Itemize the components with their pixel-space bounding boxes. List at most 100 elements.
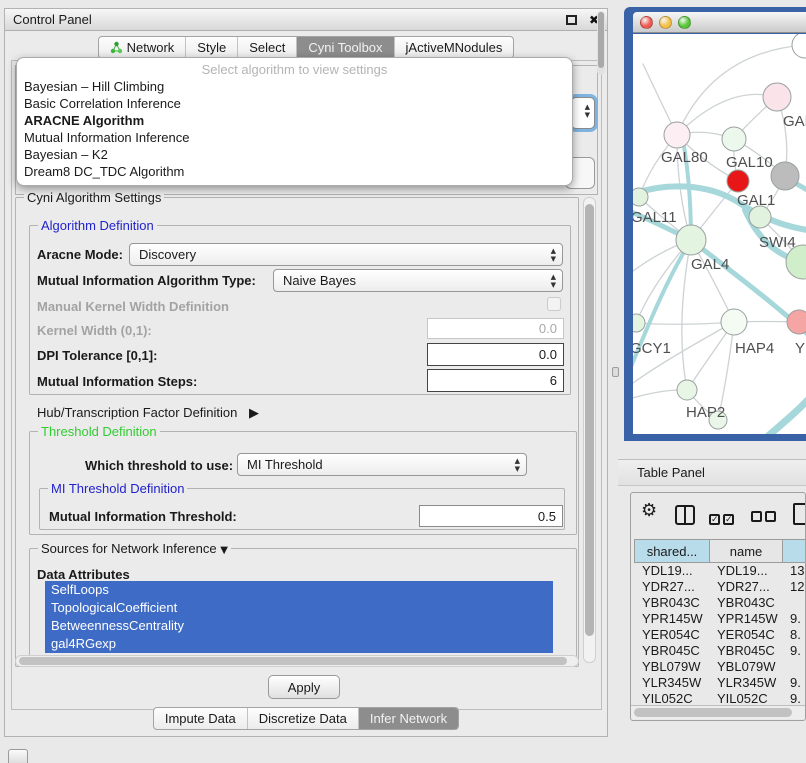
- attribute-item[interactable]: BetweennessCentrality: [45, 617, 553, 635]
- tab-infer-network[interactable]: Infer Network: [358, 708, 458, 729]
- control-panel: Control Panel ✖ NetworkStyleSelectCyni T…: [4, 8, 608, 737]
- table-cell: YIL052C: [634, 691, 710, 705]
- table-row[interactable]: YBR045CYBR045C9.: [631, 643, 806, 659]
- attribute-item[interactable]: SelfLoops: [45, 581, 553, 599]
- column-header[interactable]: A: [782, 539, 806, 563]
- table-row[interactable]: YLR345WYLR345W9.: [631, 675, 806, 691]
- table-row[interactable]: YPR145WYPR145W9.: [631, 611, 806, 627]
- combo-stepper-icon: ▲▼: [551, 273, 556, 289]
- dpi-tolerance-field[interactable]: 0.0: [427, 343, 564, 366]
- algorithm-popup-item[interactable]: Dream8 DC_TDC Algorithm: [17, 163, 572, 180]
- network-node[interactable]: [749, 206, 771, 228]
- network-icon: [110, 41, 123, 54]
- scrollbar-thumb[interactable]: [585, 204, 594, 636]
- algorithm-popup-item[interactable]: ARACNE Algorithm: [17, 112, 572, 129]
- mac-zoom-button[interactable]: [678, 16, 691, 29]
- collapse-down-icon: ▼: [220, 545, 228, 556]
- table-cell: YPR145W: [634, 611, 710, 627]
- node-label: GAL10: [726, 154, 773, 171]
- tab-label: Network: [127, 40, 175, 55]
- attribute-item[interactable]: TopologicalCoefficient: [45, 599, 553, 617]
- algorithm-combobox-fragment[interactable]: ▲▼: [571, 97, 595, 129]
- table-row[interactable]: YBL079WYBL079W: [631, 659, 806, 675]
- node-label: Y: [795, 340, 805, 357]
- algorithm-popup-placeholder: Select algorithm to view settings: [17, 61, 572, 78]
- apply-button[interactable]: Apply: [268, 675, 340, 699]
- scrollbar-thumb[interactable]: [19, 657, 567, 665]
- scrollbar-thumb[interactable]: [598, 12, 604, 68]
- tab-select[interactable]: Select: [237, 37, 296, 58]
- table-row[interactable]: YIL052CYIL052C9.: [631, 691, 806, 705]
- network-canvas[interactable]: GALGAL80GAL10GAL1GAL11SWI4GAL4GCY1HAP4YH…: [633, 34, 806, 434]
- node-label: GCY1: [633, 340, 671, 357]
- mi-steps-field[interactable]: 6: [427, 369, 564, 392]
- network-node[interactable]: [633, 314, 645, 332]
- network-node[interactable]: [664, 122, 690, 148]
- table-row[interactable]: YDL19...YDL19...13: [631, 563, 806, 579]
- settings-horizontal-scrollbar[interactable]: [15, 655, 579, 667]
- network-node[interactable]: [677, 380, 697, 400]
- tab-impute-data[interactable]: Impute Data: [154, 708, 247, 729]
- tab-style[interactable]: Style: [185, 37, 237, 58]
- attribute-item[interactable]: gal4RGexp: [45, 635, 553, 653]
- network-node[interactable]: [721, 309, 747, 335]
- network-window-titlebar[interactable]: [633, 12, 806, 33]
- mac-minimize-button[interactable]: [659, 16, 672, 29]
- network-node[interactable]: [633, 188, 648, 206]
- mi-type-combobox[interactable]: Naive Bayes ▲▼: [273, 269, 563, 292]
- scrollbar-thumb[interactable]: [634, 708, 792, 717]
- aracne-mode-value: Discovery: [139, 247, 196, 262]
- aracne-mode-combobox[interactable]: Discovery ▲▼: [129, 243, 563, 266]
- tab-cyni-toolbox[interactable]: Cyni Toolbox: [296, 37, 393, 58]
- column-header[interactable]: shared...: [634, 539, 710, 563]
- network-edge[interactable]: [768, 392, 806, 434]
- float-panel-icon[interactable]: [566, 15, 577, 25]
- hub-section-toggle[interactable]: Hub/Transcription Factor Definition ▶: [37, 405, 259, 421]
- network-node[interactable]: [787, 310, 806, 334]
- table-row[interactable]: YBR043CYBR043C: [631, 595, 806, 611]
- cyni-bottom-tab-strip: Impute DataDiscretize DataInfer Network: [5, 707, 607, 730]
- tab-label: Select: [249, 40, 285, 55]
- mi-threshold-field[interactable]: 0.5: [419, 505, 563, 527]
- network-node[interactable]: [792, 34, 806, 58]
- threshold-definition-title: Threshold Definition: [38, 424, 160, 439]
- settings-vertical-scrollbar[interactable]: [583, 197, 596, 663]
- table-row[interactable]: YDR27...YDR27...12: [631, 579, 806, 595]
- tab-jactivemnodules[interactable]: jActiveMNodules: [394, 37, 514, 58]
- network-node[interactable]: [763, 83, 791, 111]
- select-all-columns-icon[interactable]: ✓✓: [709, 509, 737, 527]
- split-columns-icon[interactable]: [675, 505, 695, 525]
- manual-kernel-checkbox[interactable]: [547, 297, 561, 311]
- table-cell: YDL19...: [634, 563, 710, 579]
- export-table-icon[interactable]: [793, 503, 806, 525]
- table-cell: YBR045C: [709, 643, 783, 659]
- table-body[interactable]: YDL19...YDL19...13YDR27...YDR27...12YBR0…: [631, 563, 806, 705]
- algorithm-popup-item[interactable]: Bayesian – Hill Climbing: [17, 78, 572, 95]
- gear-icon[interactable]: ⚙: [641, 500, 657, 521]
- network-node[interactable]: [676, 225, 706, 255]
- data-attributes-list[interactable]: SelfLoopsTopologicalCoefficientBetweenne…: [45, 581, 553, 653]
- algorithm-popup-item[interactable]: Bayesian – K2: [17, 146, 572, 163]
- deselect-all-columns-icon[interactable]: [751, 509, 779, 527]
- tab-network[interactable]: Network: [99, 37, 186, 58]
- attributes-list-scrollbar[interactable]: [597, 11, 605, 75]
- tab-discretize-data[interactable]: Discretize Data: [247, 708, 358, 729]
- which-threshold-combobox[interactable]: MI Threshold ▲▼: [237, 453, 527, 476]
- column-header[interactable]: name: [709, 539, 783, 563]
- algorithm-popup-item[interactable]: Mutual Information Inference: [17, 129, 572, 146]
- network-node[interactable]: [727, 170, 749, 192]
- panel-resize-handle[interactable]: [612, 367, 619, 377]
- algorithm-popup-item[interactable]: Basic Correlation Inference: [17, 95, 572, 112]
- sources-group-title[interactable]: Sources for Network Inference ▼: [38, 541, 231, 556]
- network-node[interactable]: [771, 162, 799, 190]
- network-node[interactable]: [722, 127, 746, 151]
- mi-type-label: Mutual Information Algorithm Type:: [37, 273, 256, 288]
- table-panel-titlebar: Table Panel: [618, 459, 806, 486]
- table-horizontal-scrollbar[interactable]: [631, 705, 805, 719]
- table-row[interactable]: YER054CYER054C8.: [631, 627, 806, 643]
- minimized-panel-button[interactable]: [8, 749, 28, 763]
- network-edge[interactable]: [682, 240, 691, 390]
- mac-close-button[interactable]: [640, 16, 653, 29]
- table-cell: YBR043C: [634, 595, 710, 611]
- kernel-width-field[interactable]: 0.0: [427, 318, 564, 339]
